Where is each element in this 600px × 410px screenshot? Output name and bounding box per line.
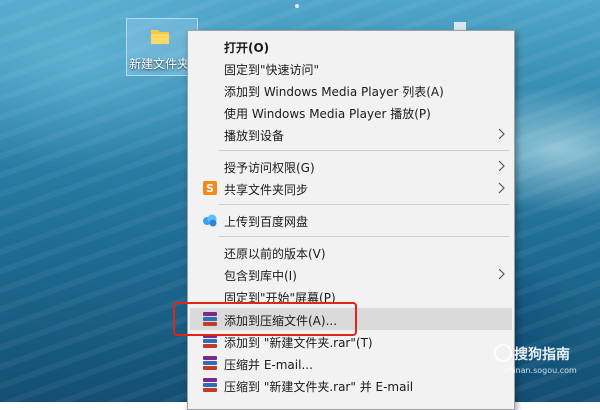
- menu-item-label: 压缩到 "新建文件夹.rar" 并 E-mail: [224, 380, 414, 394]
- desktop-dot: [295, 4, 299, 8]
- menu-separator: [218, 204, 510, 205]
- menu-item-label: 还原以前的版本(V): [224, 247, 326, 261]
- folder-icon: [151, 30, 169, 44]
- menu-item-label: 添加到 "新建文件夹.rar"(T): [224, 336, 373, 350]
- sogou-logo-icon: [494, 344, 512, 362]
- menu-separator: [218, 236, 510, 237]
- menu-item-cast-to-device[interactable]: 播放到设备: [190, 123, 512, 145]
- winrar-icon: [202, 355, 218, 371]
- menu-item-restore-versions[interactable]: 还原以前的版本(V): [190, 241, 512, 263]
- menu-item-compress-email[interactable]: 压缩并 E-mail...: [190, 352, 512, 374]
- menu-item-include-in-library[interactable]: 包含到库中(I): [190, 263, 512, 285]
- menu-item-play-wmp[interactable]: 使用 Windows Media Player 播放(P): [190, 101, 512, 123]
- chevron-right-icon: [498, 128, 505, 140]
- menu-item-label: 授予访问权限(G): [224, 161, 315, 175]
- menu-item-label: 打开(O): [224, 41, 270, 55]
- menu-item-upload-baidu[interactable]: 上传到百度网盘: [190, 209, 512, 231]
- menu-item-label: 使用 Windows Media Player 播放(P): [224, 107, 431, 121]
- menu-item-label: 共享文件夹同步: [224, 183, 309, 197]
- highlight-box: [173, 302, 357, 336]
- menu-item-label: 包含到库中(I): [224, 269, 297, 283]
- sync-share-icon: S: [203, 181, 217, 195]
- menu-item-compress-rar-email[interactable]: 压缩到 "新建文件夹.rar" 并 E-mail: [190, 374, 512, 396]
- menu-separator: [218, 150, 510, 151]
- menu-item-grant-access[interactable]: 授予访问权限(G): [190, 155, 512, 177]
- chevron-right-icon: [498, 268, 505, 280]
- menu-item-pin-quick-access[interactable]: 固定到"快速访问": [190, 57, 512, 79]
- menu-item-open[interactable]: 打开(O): [190, 35, 512, 57]
- menu-item-share-folder-sync[interactable]: S 共享文件夹同步: [190, 177, 512, 199]
- chevron-right-icon: [498, 160, 505, 172]
- winrar-icon: [202, 377, 218, 393]
- menu-item-label: 上传到百度网盘: [224, 215, 309, 229]
- context-menu: 打开(O) 固定到"快速访问" 添加到 Windows Media Player…: [187, 30, 515, 410]
- menu-item-label: 添加到 Windows Media Player 列表(A): [224, 85, 444, 99]
- baidu-netdisk-icon: [203, 214, 217, 227]
- menu-item-add-wmp-list[interactable]: 添加到 Windows Media Player 列表(A): [190, 79, 512, 101]
- menu-item-label: 固定到"快速访问": [224, 63, 320, 77]
- svg-text:S: S: [206, 182, 214, 195]
- watermark: 搜狗指南 zhinan.sogou.com: [494, 344, 598, 376]
- menu-item-label: 播放到设备: [224, 129, 285, 143]
- watermark-text: 搜狗指南: [514, 347, 570, 363]
- chevron-right-icon: [498, 182, 505, 194]
- watermark-url: zhinan.sogou.com: [504, 366, 577, 375]
- menu-item-label: 压缩并 E-mail...: [224, 358, 313, 372]
